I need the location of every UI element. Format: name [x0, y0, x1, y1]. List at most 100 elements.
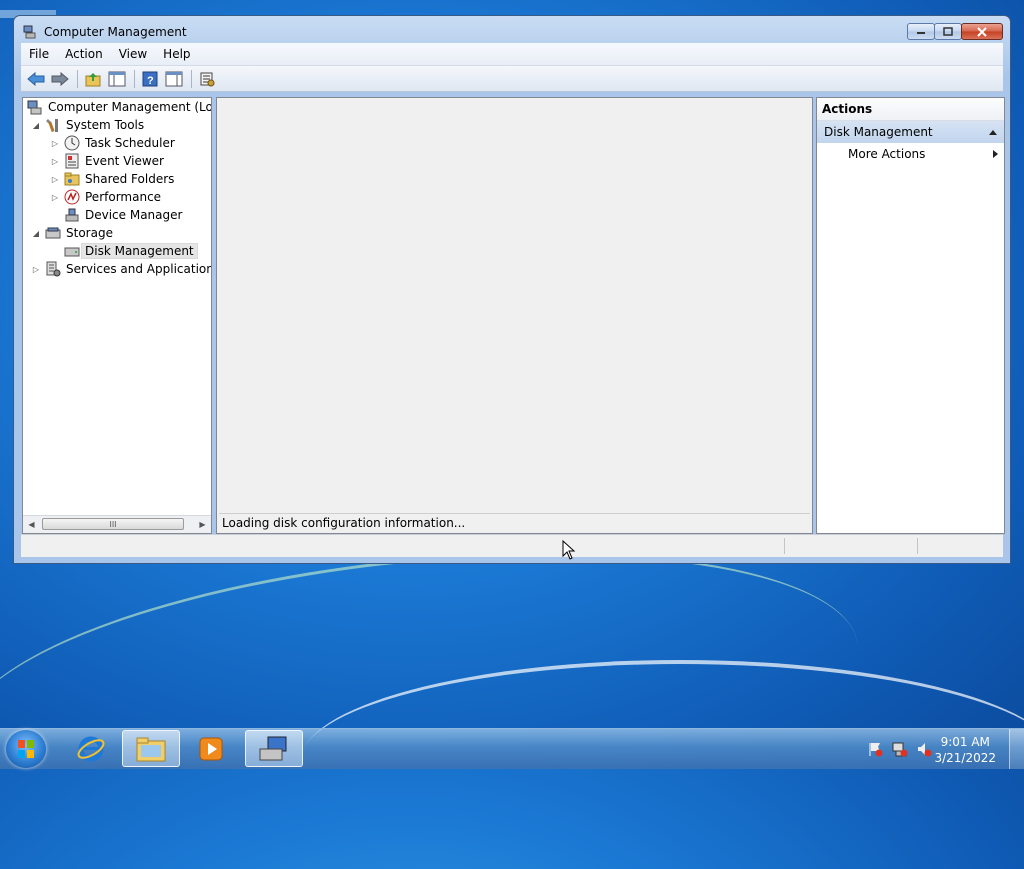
tree-item-label: System Tools: [66, 118, 145, 132]
tree-horizontal-scrollbar[interactable]: ◀ III ▶: [23, 515, 211, 533]
menu-view[interactable]: View: [111, 47, 155, 61]
forward-button[interactable]: [49, 68, 71, 90]
tree-item-label: Device Manager: [85, 208, 183, 222]
clock-time: 9:01 AM: [940, 735, 990, 749]
folder-up-icon: [85, 72, 101, 86]
taskbar-windows-explorer[interactable]: [122, 730, 180, 767]
task-scheduler-icon: [64, 135, 80, 151]
up-level-button[interactable]: [82, 68, 104, 90]
status-divider: [917, 538, 918, 554]
scroll-thumb-grip: III: [109, 519, 117, 529]
properties-icon: [200, 72, 215, 86]
status-bar: [21, 534, 1003, 557]
collapse-up-icon[interactable]: [988, 129, 998, 135]
minimize-icon: [917, 31, 925, 34]
loading-status: Loading disk configuration information..…: [219, 513, 810, 532]
disk-management-icon: [64, 247, 80, 257]
computer-management-window: Computer Management File Action View Hel…: [13, 15, 1011, 564]
menu-help[interactable]: Help: [155, 47, 198, 61]
actions-group-label: Disk Management: [824, 125, 933, 139]
actions-header: Actions: [817, 98, 1004, 121]
taskbar-media-player[interactable]: [182, 730, 240, 767]
tree-item-device-manager[interactable]: Device Manager: [64, 206, 182, 224]
window-title: Computer Management: [44, 25, 187, 39]
maximize-icon: [943, 27, 953, 36]
expanded-arrow-icon[interactable]: ◢: [31, 228, 41, 238]
internet-explorer-icon: [77, 736, 105, 761]
collapsed-arrow-icon[interactable]: ▷: [50, 192, 60, 202]
back-button[interactable]: [25, 68, 47, 90]
console-tree-icon: [108, 71, 126, 86]
show-hide-action-pane-button[interactable]: [163, 68, 185, 90]
minimize-button[interactable]: [907, 23, 935, 40]
tree-item-task-scheduler[interactable]: ▷ Task Scheduler: [50, 134, 175, 152]
results-pane[interactable]: Loading disk configuration information..…: [216, 97, 813, 534]
toolbar: ?: [21, 66, 1003, 92]
start-button[interactable]: [6, 730, 46, 768]
collapsed-arrow-icon[interactable]: ▷: [50, 138, 60, 148]
tree-item-label: Performance: [85, 190, 162, 204]
collapsed-arrow-icon[interactable]: ▷: [31, 264, 41, 274]
tree-item-label: Shared Folders: [85, 172, 175, 186]
svg-text:?: ?: [147, 75, 154, 87]
actions-group-disk-management[interactable]: Disk Management: [817, 121, 1004, 143]
shared-folders-icon: [64, 172, 80, 186]
menu-action[interactable]: Action: [57, 47, 111, 61]
scroll-thumb[interactable]: III: [42, 518, 184, 530]
clock-date: 3/21/2022: [934, 751, 996, 765]
clock[interactable]: 9:01 AM 3/21/2022: [934, 734, 996, 766]
close-button[interactable]: [961, 23, 1003, 40]
scroll-left-arrow-icon[interactable]: ◀: [23, 516, 40, 533]
tree-item-performance[interactable]: ▷ Performance: [50, 188, 161, 206]
console-tree-pane[interactable]: Computer Management (Local ◢ System Tool…: [22, 97, 212, 534]
loading-status-text: Loading disk configuration information..…: [222, 516, 466, 530]
device-manager-icon: [65, 208, 79, 222]
actions-item-more-actions[interactable]: More Actions: [817, 143, 1004, 165]
forward-arrow-icon: [51, 71, 69, 86]
tree-item-computer-management[interactable]: Computer Management (Local: [27, 98, 212, 116]
tree-item-label: Computer Management (Local: [48, 100, 212, 114]
show-hide-console-tree-button[interactable]: [106, 68, 128, 90]
toolbar-separator: [134, 69, 135, 88]
tree-item-label: Event Viewer: [85, 154, 164, 168]
title-bar[interactable]: Computer Management: [14, 16, 1010, 46]
menu-file[interactable]: File: [21, 47, 57, 61]
collapsed-arrow-icon[interactable]: ▷: [50, 174, 60, 184]
collapsed-arrow-icon[interactable]: ▷: [50, 156, 60, 166]
system-tools-icon: [46, 119, 58, 133]
tree-item-disk-management[interactable]: Disk Management: [64, 242, 198, 260]
back-arrow-icon: [27, 71, 45, 86]
tree-item-label: Disk Management: [81, 243, 198, 259]
taskbar-computer-management[interactable]: [245, 730, 303, 767]
show-desktop-button[interactable]: [1009, 729, 1024, 769]
tree-item-system-tools[interactable]: ◢ System Tools: [31, 116, 144, 134]
maximize-button[interactable]: [934, 23, 962, 40]
volume-muted-icon[interactable]: [916, 741, 932, 757]
toolbar-separator: [77, 69, 78, 88]
help-button[interactable]: ?: [139, 68, 161, 90]
taskbar-internet-explorer[interactable]: [62, 730, 120, 767]
toolbar-separator: [191, 69, 192, 88]
services-applications-icon: [46, 261, 61, 277]
performance-icon: [64, 189, 80, 205]
computer-management-icon: [259, 736, 287, 760]
mouse-cursor-icon: [562, 540, 576, 560]
tree-item-storage[interactable]: ◢ Storage: [31, 224, 113, 242]
action-center-flag-icon[interactable]: [867, 741, 883, 757]
tree-item-shared-folders[interactable]: ▷ Shared Folders: [50, 170, 174, 188]
close-icon: [977, 26, 987, 37]
help-icon: ?: [142, 71, 158, 87]
computer-management-icon: [23, 25, 36, 39]
properties-button[interactable]: [196, 68, 218, 90]
tree-item-event-viewer[interactable]: ▷ Event Viewer: [50, 152, 164, 170]
expanded-arrow-icon[interactable]: ◢: [31, 120, 41, 130]
network-icon[interactable]: [892, 741, 908, 757]
taskbar: 9:01 AM 3/21/2022: [0, 728, 1024, 769]
scroll-right-arrow-icon[interactable]: ▶: [194, 516, 211, 533]
computer-management-icon: [27, 100, 42, 115]
windows-logo-icon: [18, 740, 34, 758]
action-pane-icon: [165, 71, 183, 86]
status-divider: [784, 538, 785, 554]
tree-item-services-and-applications[interactable]: ▷ Services and Applications: [31, 260, 211, 278]
actions-pane: Actions Disk Management More Actions: [816, 97, 1005, 534]
